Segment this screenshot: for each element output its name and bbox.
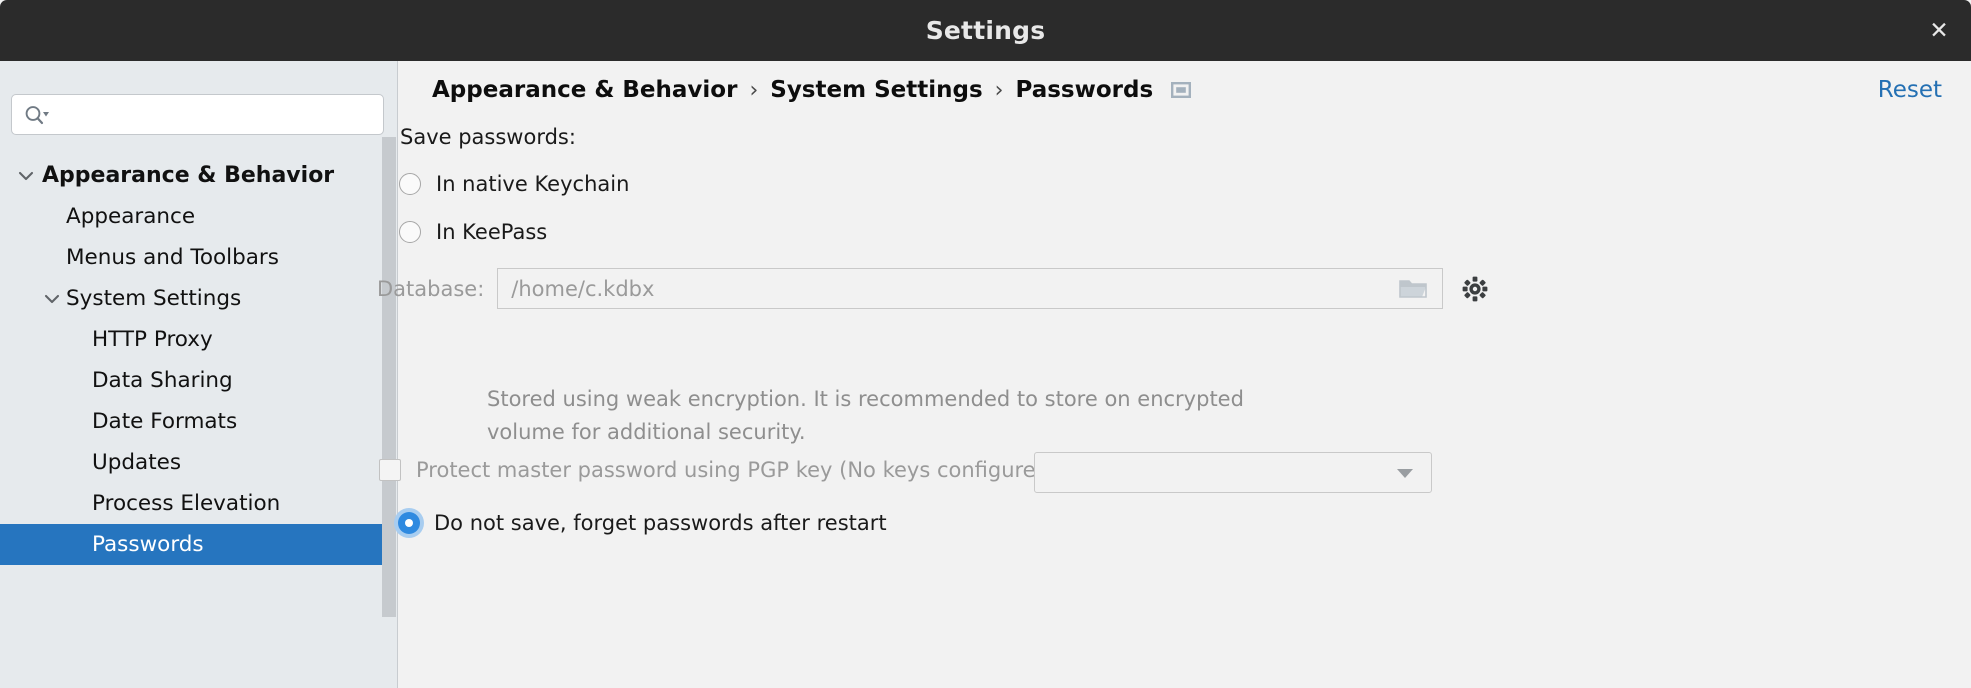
chevron-down-icon (1395, 467, 1415, 479)
sidebar-item-data-sharing[interactable]: Data Sharing (0, 360, 383, 401)
encryption-hint-text: Stored using weak encryption. It is reco… (487, 387, 1244, 444)
sidebar-item-label: Appearance (66, 204, 196, 229)
window-titlebar: Settings ✕ (0, 0, 1971, 61)
sidebar-item-menus-and-toolbars[interactable]: Menus and Toolbars (0, 237, 383, 278)
search-input[interactable] (58, 98, 373, 131)
settings-sidebar: Appearance & Behavior Appearance Menus a… (0, 61, 398, 688)
chevron-down-icon[interactable] (16, 155, 36, 196)
radio-icon[interactable] (399, 173, 421, 195)
sidebar-item-label: Menus and Toolbars (66, 245, 279, 270)
database-label: Database: (377, 276, 485, 301)
breadcrumb-item-system-settings[interactable]: System Settings (770, 77, 982, 103)
database-input[interactable]: /home/c.kdbx (497, 268, 1444, 309)
sidebar-item-label: Appearance & Behavior (42, 163, 335, 188)
radio-selected-icon[interactable] (394, 508, 424, 538)
radio-label: Do not save, forget passwords after rest… (434, 511, 887, 535)
sidebar-item-label: System Settings (66, 286, 242, 311)
close-icon[interactable]: ✕ (1921, 13, 1957, 49)
breadcrumb-separator: › (994, 77, 1004, 103)
search-icon (24, 105, 50, 125)
radio-in-keepass[interactable]: In KeePass (399, 220, 547, 244)
checkbox-icon[interactable] (379, 459, 401, 481)
sidebar-scrollbar-thumb[interactable] (382, 137, 396, 617)
folder-icon[interactable] (1398, 277, 1428, 301)
pgp-checkbox-row[interactable]: Protect master password using PGP key (N… (379, 458, 1057, 482)
pgp-checkbox-label: Protect master password using PGP key (N… (416, 458, 1058, 482)
save-passwords-label: Save passwords: (400, 125, 576, 149)
sidebar-item-label: Passwords (92, 532, 204, 557)
breadcrumb: Appearance & Behavior › System Settings … (432, 77, 1192, 103)
sidebar-item-process-elevation[interactable]: Process Elevation (0, 483, 383, 524)
sidebar-item-http-proxy[interactable]: HTTP Proxy (0, 319, 383, 360)
gear-icon[interactable] (1461, 275, 1489, 303)
window-title: Settings (925, 16, 1046, 45)
search-box[interactable] (11, 94, 384, 135)
settings-tree: Appearance & Behavior Appearance Menus a… (0, 155, 383, 565)
breadcrumb-item-passwords[interactable]: Passwords (1015, 77, 1153, 103)
sidebar-item-appearance[interactable]: Appearance (0, 196, 383, 237)
sidebar-item-updates[interactable]: Updates (0, 442, 383, 483)
sidebar-item-appearance-behavior[interactable]: Appearance & Behavior (0, 155, 383, 196)
sidebar-item-label: Process Elevation (92, 491, 281, 516)
radio-label: In native Keychain (436, 172, 630, 196)
sidebar-item-label: Data Sharing (92, 368, 233, 393)
settings-content: Appearance & Behavior › System Settings … (377, 61, 1971, 688)
radio-in-native-keychain[interactable]: In native Keychain (399, 172, 629, 196)
breadcrumb-item-appearance-behavior[interactable]: Appearance & Behavior (432, 77, 737, 103)
sidebar-item-date-formats[interactable]: Date Formats (0, 401, 383, 442)
sidebar-item-label: HTTP Proxy (92, 327, 213, 352)
window-icon[interactable] (1171, 81, 1192, 99)
radio-icon[interactable] (399, 221, 421, 243)
radio-label: In KeePass (436, 220, 548, 244)
database-row: Database: /home/c.kdbx (377, 268, 1489, 309)
chevron-down-icon[interactable] (42, 278, 62, 319)
pgp-key-dropdown[interactable] (1034, 452, 1432, 493)
sidebar-item-label: Date Formats (92, 409, 238, 434)
sidebar-item-label: Updates (92, 450, 182, 475)
radio-do-not-save[interactable]: Do not save, forget passwords after rest… (394, 508, 887, 538)
reset-button[interactable]: Reset (1878, 77, 1942, 103)
sidebar-item-passwords[interactable]: Passwords (0, 524, 383, 565)
breadcrumb-separator: › (749, 77, 759, 103)
sidebar-item-system-settings[interactable]: System Settings (0, 278, 383, 319)
database-value: /home/c.kdbx (511, 276, 655, 301)
